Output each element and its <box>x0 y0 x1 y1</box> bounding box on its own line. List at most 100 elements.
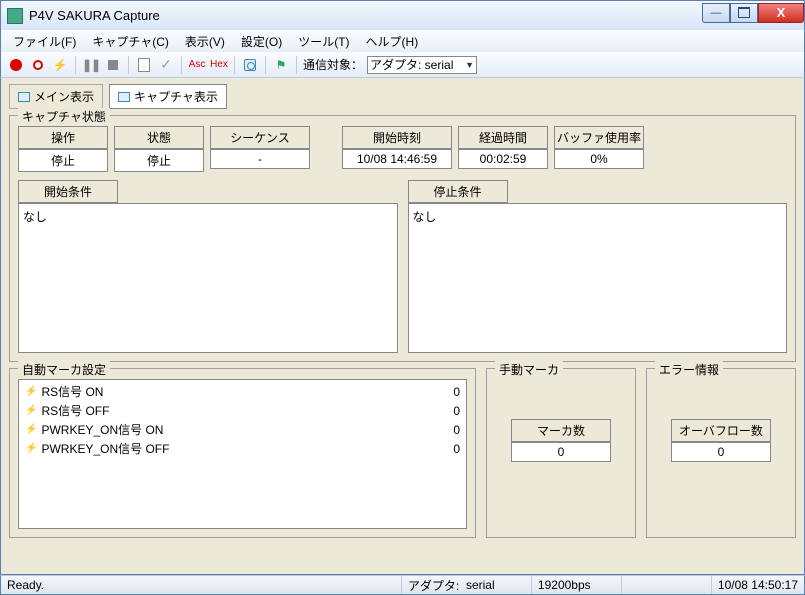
marker-label: RS信号 ON <box>41 383 440 400</box>
hex-button[interactable]: Hex <box>210 56 228 74</box>
val-sequence: - <box>210 149 310 169</box>
hdr-buffer: バッファ使用率 <box>554 126 644 149</box>
hdr-state: 状態 <box>114 126 204 149</box>
error-info-group: エラー情報 オーバフロー数 0 <box>646 368 796 538</box>
stop-cond-value: なし <box>413 210 437 224</box>
manual-marker-group: 手動マーカ マーカ数 0 <box>486 368 636 538</box>
menubar: ファイル(F) キャプチャ(C) 表示(V) 設定(O) ツール(T) ヘルプ(… <box>0 30 805 52</box>
chevron-down-icon: ▼ <box>465 60 474 70</box>
tab-main-label: メイン表示 <box>34 88 94 105</box>
close-button[interactable]: X <box>758 3 804 23</box>
trigger-button[interactable]: ⚡ <box>51 56 69 74</box>
status-clock: 10/08 14:50:17 <box>712 576 804 594</box>
auto-marker-group: 自動マーカ設定 ⚡ RS信号 ON 0 ⚡ RS信号 OFF 0 ⚡ PWRKE… <box>9 368 476 538</box>
separator <box>75 56 76 74</box>
titlebar: P4V SAKURA Capture — X <box>0 0 805 30</box>
menu-settings[interactable]: 設定(O) <box>233 31 290 52</box>
capture-state-legend: キャプチャ状態 <box>18 108 110 125</box>
client-area: メイン表示 キャプチャ表示 キャプチャ状態 操作 停止 状態 停止 シーケンス … <box>0 78 805 575</box>
hdr-elapsed: 経過時間 <box>458 126 548 149</box>
toolbar: ⚡ ❚❚ ✓ Asc Hex ⚑ 通信対象： アダプタ: serial ▼ <box>0 52 805 78</box>
document-button[interactable] <box>135 56 153 74</box>
overflow-label: オーバフロー数 <box>671 419 771 442</box>
menu-file[interactable]: ファイル(F) <box>5 31 84 52</box>
status-spacer <box>622 576 712 594</box>
menu-view[interactable]: 表示(V) <box>177 31 233 52</box>
marker-icon: ⚡ <box>25 443 37 454</box>
start-cond-value: なし <box>23 210 47 224</box>
bottom-row: 自動マーカ設定 ⚡ RS信号 ON 0 ⚡ RS信号 OFF 0 ⚡ PWRKE… <box>9 368 796 544</box>
overflow-value: 0 <box>671 442 771 462</box>
marker-count: 0 <box>440 423 460 437</box>
separator <box>234 56 235 74</box>
window-buttons: — X <box>702 3 804 23</box>
app-icon <box>7 8 23 24</box>
error-info-legend: エラー情報 <box>655 361 723 378</box>
marker-label: RS信号 OFF <box>41 402 440 419</box>
stop-cond-box: なし <box>408 203 788 353</box>
record-pause-button[interactable] <box>29 56 47 74</box>
marker-icon: ⚡ <box>25 386 37 397</box>
status-adapter: アダプタ: serial <box>402 576 532 594</box>
marker-count: 0 <box>440 442 460 456</box>
list-item[interactable]: ⚡ PWRKEY_ON信号 ON 0 <box>21 420 464 439</box>
minimize-button[interactable]: — <box>702 3 730 23</box>
flag-button[interactable]: ⚑ <box>272 56 290 74</box>
separator <box>128 56 129 74</box>
menu-tools[interactable]: ツール(T) <box>290 31 357 52</box>
condition-row: 開始条件 なし 停止条件 なし <box>18 180 787 353</box>
hdr-sequence: シーケンス <box>210 126 310 149</box>
tab-main[interactable]: メイン表示 <box>9 84 103 109</box>
tabs: メイン表示 キャプチャ表示 <box>9 84 796 109</box>
start-cond-header: 開始条件 <box>18 180 118 203</box>
pause-button[interactable]: ❚❚ <box>82 56 100 74</box>
separator <box>181 56 182 74</box>
maximize-button[interactable] <box>730 3 758 23</box>
menu-help[interactable]: ヘルプ(H) <box>358 31 427 52</box>
marker-label: PWRKEY_ON信号 ON <box>41 421 440 438</box>
status-adapter-value: serial <box>466 578 495 592</box>
target-combo[interactable]: アダプタ: serial ▼ <box>367 56 477 74</box>
record-button[interactable] <box>7 56 25 74</box>
status-baud: 19200bps <box>532 576 622 594</box>
val-start-time: 10/08 14:46:59 <box>342 149 452 169</box>
stop-cond-header: 停止条件 <box>408 180 508 203</box>
marker-label: PWRKEY_ON信号 OFF <box>41 440 440 457</box>
hdr-operation: 操作 <box>18 126 108 149</box>
list-item[interactable]: ⚡ RS信号 ON 0 <box>21 382 464 401</box>
val-buffer: 0% <box>554 149 644 169</box>
tab-capture[interactable]: キャプチャ表示 <box>109 84 227 109</box>
statusbar: Ready. アダプタ: serial 19200bps 10/08 14:50… <box>0 575 805 595</box>
status-ready: Ready. <box>1 576 402 594</box>
separator <box>296 56 297 74</box>
check-button[interactable]: ✓ <box>157 56 175 74</box>
target-value: アダプタ: serial <box>370 56 453 73</box>
marker-icon: ⚡ <box>25 424 37 435</box>
marker-icon: ⚡ <box>25 405 37 416</box>
stop-button[interactable] <box>104 56 122 74</box>
tab-icon <box>118 92 130 102</box>
menu-capture[interactable]: キャプチャ(C) <box>84 31 177 52</box>
val-state: 停止 <box>114 149 204 172</box>
auto-marker-legend: 自動マーカ設定 <box>18 361 110 378</box>
tab-icon <box>18 92 30 102</box>
status-adapter-label: アダプタ: <box>408 577 459 594</box>
ascii-button[interactable]: Asc <box>188 56 206 74</box>
capture-state-group: キャプチャ状態 操作 停止 状態 停止 シーケンス - 開始時刻 10/08 1… <box>9 115 796 362</box>
list-item[interactable]: ⚡ PWRKEY_ON信号 OFF 0 <box>21 439 464 458</box>
val-elapsed: 00:02:59 <box>458 149 548 169</box>
separator <box>265 56 266 74</box>
marker-count-label: マーカ数 <box>511 419 611 442</box>
state-row: 操作 停止 状態 停止 シーケンス - 開始時刻 10/08 14:46:59 … <box>18 126 787 172</box>
marker-list[interactable]: ⚡ RS信号 ON 0 ⚡ RS信号 OFF 0 ⚡ PWRKEY_ON信号 O… <box>18 379 467 529</box>
marker-count-value: 0 <box>511 442 611 462</box>
tab-capture-label: キャプチャ表示 <box>134 88 218 105</box>
marker-count: 0 <box>440 385 460 399</box>
marker-count: 0 <box>440 404 460 418</box>
manual-marker-legend: 手動マーカ <box>495 361 563 378</box>
list-item[interactable]: ⚡ RS信号 OFF 0 <box>21 401 464 420</box>
val-operation: 停止 <box>18 149 108 172</box>
target-label: 通信対象： <box>303 56 363 73</box>
hdr-start-time: 開始時刻 <box>342 126 452 149</box>
search-button[interactable] <box>241 56 259 74</box>
